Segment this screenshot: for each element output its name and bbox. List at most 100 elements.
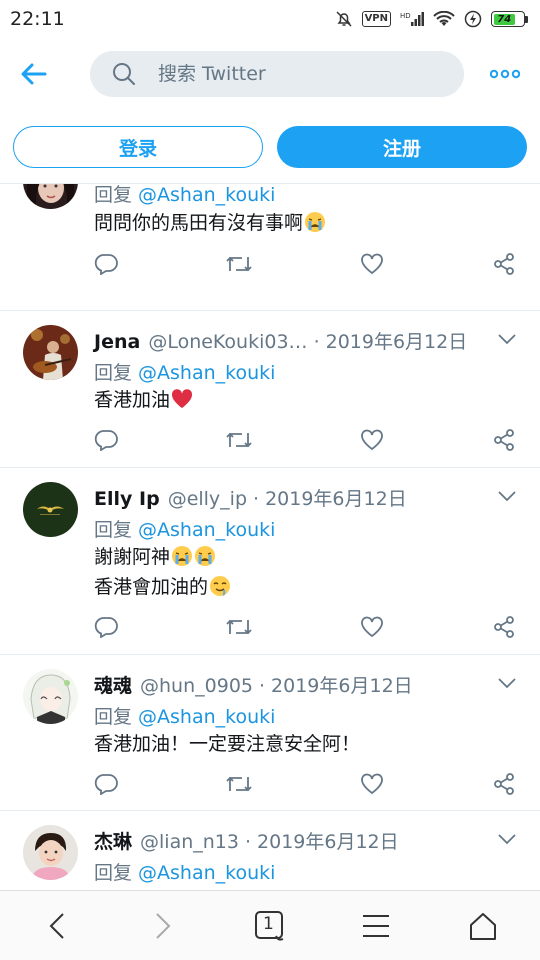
user-handle[interactable]: @LoneKouki03… — [148, 331, 307, 353]
crying-face-emoji — [195, 546, 216, 566]
like-button[interactable] — [358, 426, 386, 454]
tweet-actions — [0, 426, 540, 456]
menu-lines-icon — [363, 915, 389, 937]
tweet-actions — [0, 250, 540, 280]
retweet-icon — [226, 776, 252, 792]
reply-context: 回复 @Ashan_kouki — [94, 184, 275, 207]
tweet-date[interactable]: 2019年6月12日 — [326, 327, 468, 354]
retweet-button[interactable] — [225, 770, 253, 798]
reply-icon — [94, 774, 118, 795]
search-bar[interactable] — [90, 51, 464, 97]
tab-count: 1 — [263, 914, 274, 934]
chevron-down-icon — [498, 491, 516, 502]
crying-face-emoji — [305, 212, 326, 232]
search-input[interactable] — [158, 63, 408, 85]
tweet-actions — [0, 613, 540, 643]
tweet-item[interactable]: Jena @LoneKouki03… · 2019年6月12日 回复 @Ashan… — [0, 311, 540, 468]
like-button[interactable] — [358, 613, 386, 641]
tweet-text-line: 香港會加油的 — [94, 576, 209, 598]
reply-button[interactable] — [92, 613, 120, 641]
tweet-text: 問問你的馬田有沒有事啊 — [94, 208, 326, 238]
share-icon — [494, 429, 514, 451]
tweet-item[interactable]: Elly Ip @elly_ip · 2019年6月12日 回复 @Ashan_k… — [0, 468, 540, 655]
tweet-date[interactable]: 2019年6月12日 — [257, 827, 399, 854]
tweet-menu-button[interactable] — [496, 488, 518, 504]
avatar[interactable] — [23, 825, 78, 880]
tweet-text-line: 謝謝阿神 — [94, 546, 171, 568]
reply-context: 回复 @Ashan_kouki — [94, 515, 275, 542]
retweet-icon — [226, 256, 252, 272]
reply-icon — [94, 617, 118, 638]
user-handle[interactable]: @elly_ip — [168, 488, 247, 510]
user-handle[interactable]: @hun_0905 — [140, 675, 253, 697]
retweet-button[interactable] — [225, 426, 253, 454]
reply-feed: 回复 @Ashan_kouki 問問你的馬田有沒有事啊 Jena @LoneKou… — [0, 184, 540, 890]
status-icons: VPN HD 74 — [335, 10, 528, 28]
share-button[interactable] — [490, 613, 518, 641]
share-button[interactable] — [490, 426, 518, 454]
reply-button[interactable] — [92, 770, 120, 798]
reply-mention-link[interactable]: @Ashan_kouki — [138, 706, 275, 728]
reply-mention-link[interactable]: @Ashan_kouki — [138, 862, 275, 884]
avatar[interactable] — [23, 184, 78, 209]
chevron-down-icon — [498, 334, 516, 345]
tweet-date[interactable]: 2019年6月12日 — [271, 671, 413, 698]
nav-menu-button[interactable] — [359, 909, 393, 943]
tweet-menu-button[interactable] — [496, 831, 518, 847]
share-button[interactable] — [490, 250, 518, 278]
nav-home-button[interactable] — [466, 909, 500, 943]
retweet-button[interactable] — [225, 250, 253, 278]
reply-context: 回复 @Ashan_kouki — [94, 858, 275, 885]
signal-icon: HD — [400, 12, 424, 26]
avatar[interactable] — [23, 325, 78, 380]
display-name[interactable]: 杰琳 — [94, 827, 132, 854]
tweet-date[interactable]: 2019年6月12日 — [265, 484, 407, 511]
back-button[interactable] — [18, 60, 50, 88]
heart-icon — [361, 429, 383, 451]
signup-button[interactable]: 注册 — [277, 126, 527, 168]
reply-mention-link[interactable]: @Ashan_kouki — [138, 184, 275, 206]
tweet-item[interactable]: 魂魂 @hun_0905 · 2019年6月12日 回复 @Ashan_kouki… — [0, 655, 540, 811]
login-button[interactable]: 登录 — [13, 126, 263, 168]
avatar[interactable] — [23, 482, 78, 537]
like-button[interactable] — [358, 250, 386, 278]
reply-mention-link[interactable]: @Ashan_kouki — [138, 519, 275, 541]
display-name[interactable]: 魂魂 — [94, 671, 132, 698]
red-heart-emoji — [171, 389, 193, 408]
heart-icon — [361, 773, 383, 795]
tweet-text-content: 問問你的馬田有沒有事啊 — [94, 212, 304, 234]
nav-forward-button[interactable] — [146, 909, 180, 943]
battery-indicator: 74 — [491, 11, 528, 27]
search-icon — [113, 63, 135, 85]
retweet-icon — [226, 432, 252, 448]
chevron-down-icon — [498, 834, 516, 845]
reply-button[interactable] — [92, 426, 120, 454]
more-dots-icon — [490, 69, 520, 79]
share-icon — [494, 616, 514, 638]
tweet-text: 香港加油！一定要注意安全阿！ — [94, 733, 361, 755]
tweet-item[interactable]: 杰琳 @lian_n13 · 2019年6月12日 回复 @Ashan_kouki — [0, 811, 540, 890]
more-options-button[interactable] — [488, 64, 522, 84]
tweet-header: 杰琳 @lian_n13 · 2019年6月12日 — [94, 827, 399, 854]
retweet-button[interactable] — [225, 613, 253, 641]
browser-bottom-nav: 1 — [0, 890, 540, 960]
battery-level: 74 — [493, 13, 515, 25]
display-name[interactable]: Jena — [94, 331, 140, 353]
reply-prefix: 回复 — [94, 862, 133, 884]
drooling-face-emoji — [210, 576, 231, 596]
nav-tabs-button[interactable]: 1 — [253, 909, 287, 943]
tweet-menu-button[interactable] — [496, 331, 518, 347]
reply-mention-link[interactable]: @Ashan_kouki — [138, 362, 275, 384]
avatar[interactable] — [23, 669, 78, 724]
share-button[interactable] — [490, 770, 518, 798]
reply-button[interactable] — [92, 250, 120, 278]
tweet-text: 香港加油 — [94, 385, 193, 415]
reply-prefix: 回复 — [94, 184, 133, 206]
tweet-item[interactable]: 回复 @Ashan_kouki 問問你的馬田有沒有事啊 — [0, 184, 540, 311]
reply-icon — [94, 430, 118, 451]
like-button[interactable] — [358, 770, 386, 798]
user-handle[interactable]: @lian_n13 — [140, 831, 239, 853]
tweet-menu-button[interactable] — [496, 675, 518, 691]
display-name[interactable]: Elly Ip — [94, 488, 160, 510]
nav-back-button[interactable] — [40, 909, 74, 943]
